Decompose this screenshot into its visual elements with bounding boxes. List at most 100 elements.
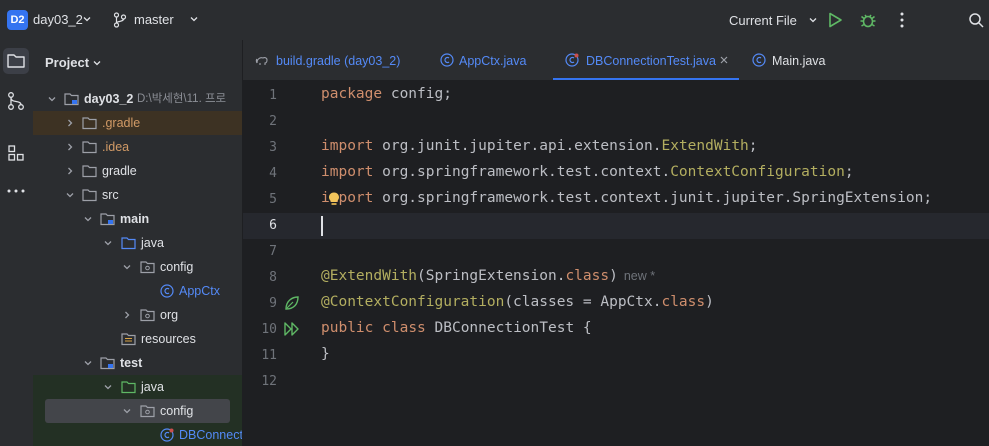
tree-item-label: DBConnectionTest	[179, 428, 243, 442]
chevron-down-icon[interactable]	[808, 15, 818, 25]
search-icon[interactable]	[968, 12, 984, 28]
chevron-right-icon[interactable]	[65, 118, 75, 128]
spring-bean-icon[interactable]	[283, 294, 301, 312]
selection-highlight	[45, 399, 230, 423]
tab-main[interactable]: Main.java	[752, 40, 842, 80]
chevron-down-icon[interactable]	[65, 190, 75, 200]
tab-build-gradle[interactable]: build.gradle (day03_2)	[255, 40, 425, 80]
tree-item-test-config[interactable]: config	[33, 399, 242, 423]
folder-icon	[82, 141, 97, 154]
chevron-right-icon[interactable]	[122, 310, 132, 320]
chevron-right-icon[interactable]	[65, 166, 75, 176]
chevron-down-icon[interactable]	[83, 214, 93, 224]
chevron-down-icon[interactable]	[189, 14, 199, 24]
line-number: 5	[269, 192, 277, 207]
close-icon[interactable]	[719, 55, 729, 65]
tree-item-test[interactable]: test	[33, 351, 242, 375]
git-branch-dropdown[interactable]: master	[134, 12, 174, 27]
more-vertical-icon[interactable]	[896, 11, 908, 29]
line-number: 10	[261, 322, 277, 337]
tree-item-appctx[interactable]: AppCtx	[33, 279, 242, 303]
git-merge-icon	[8, 92, 24, 110]
tab-label: build.gradle (day03_2)	[276, 54, 401, 68]
tree-item-label: src	[102, 188, 119, 202]
line-number: 2	[269, 114, 277, 129]
tree-item-label: config	[160, 260, 194, 274]
tree-item-label: day03_2	[84, 92, 134, 106]
structure-tool-button[interactable]	[3, 140, 29, 166]
run-test-icon[interactable]	[283, 320, 301, 338]
tab-appctx[interactable]: AppCtx.java	[440, 40, 550, 80]
tree-item-gradle-cache[interactable]: .gradle	[33, 111, 242, 135]
tree-item-dbconnectiontest[interactable]: DBConnectionTest	[33, 423, 242, 446]
code-line-9: @ContextConfiguration(classes = AppCtx.c…	[321, 294, 714, 310]
line-number: 4	[269, 166, 277, 181]
tree-item-main[interactable]: main	[33, 207, 242, 231]
panel-title: Project	[45, 55, 90, 70]
chevron-down-icon[interactable]	[83, 358, 93, 368]
java-test-class-icon	[160, 428, 174, 442]
code-editor[interactable]: 1 2 3 4 5 6 7 8 9 10 11 12 package confi…	[243, 81, 989, 446]
package-icon	[140, 405, 155, 418]
chevron-down-icon[interactable]	[92, 58, 102, 68]
line-number: 8	[269, 270, 277, 285]
test-source-folder-icon	[121, 381, 136, 394]
tab-dbconnectiontest[interactable]: DBConnectionTest.java	[553, 40, 739, 80]
tree-item-label: java	[141, 236, 164, 250]
project-badge[interactable]: D2	[7, 10, 28, 30]
tree-item-main-config[interactable]: config	[33, 255, 242, 279]
tree-item-src[interactable]: src	[33, 183, 242, 207]
lightbulb-icon[interactable]	[327, 191, 341, 209]
commit-tool-button[interactable]	[3, 88, 29, 114]
chevron-right-icon[interactable]	[65, 142, 75, 152]
module-folder-icon	[100, 213, 115, 226]
chevron-down-icon[interactable]	[122, 406, 132, 416]
project-name-dropdown[interactable]: day03_2	[33, 12, 83, 27]
project-tool-button[interactable]	[3, 48, 29, 74]
folder-icon	[82, 117, 97, 130]
folder-icon	[82, 189, 97, 202]
tree-item-label: gradle	[102, 164, 137, 178]
run-configuration-dropdown[interactable]: Current File	[729, 13, 797, 28]
tree-item-gradle[interactable]: gradle	[33, 159, 242, 183]
line-number: 11	[261, 348, 277, 363]
folder-icon	[7, 54, 25, 68]
code-line-4: import org.springframework.test.context.…	[321, 164, 854, 180]
debug-icon[interactable]	[858, 10, 878, 30]
tree-item-test-java[interactable]: java	[33, 375, 242, 399]
code-line-8: @ExtendWith(SpringExtension.class) new *	[321, 268, 656, 284]
tree-item-label: .gradle	[102, 116, 141, 130]
code-line-10: public class DBConnectionTest {	[321, 320, 592, 336]
chevron-down-icon[interactable]	[82, 14, 92, 24]
tab-label: Main.java	[772, 54, 826, 68]
editor-tab-bar: build.gradle (day03_2) AppCtx.java DBCon…	[243, 40, 989, 81]
chevron-down-icon[interactable]	[122, 262, 132, 272]
git-branch-icon	[113, 12, 127, 28]
line-number: 12	[261, 374, 277, 389]
chevron-down-icon[interactable]	[103, 238, 113, 248]
tree-item-label: config	[160, 404, 194, 418]
line-number: 9	[269, 296, 277, 311]
tree-item-org[interactable]: org	[33, 303, 242, 327]
folder-icon	[82, 165, 97, 178]
tree-item-label: main	[120, 212, 150, 226]
tool-window-stripe	[0, 40, 34, 446]
tab-label: AppCtx.java	[459, 54, 527, 68]
code-line-5: import org.springframework.test.context.…	[321, 190, 933, 206]
title-bar: D2 day03_2 master Current File	[0, 0, 989, 40]
chevron-down-icon[interactable]	[103, 382, 113, 392]
tree-item-label: AppCtx	[179, 284, 220, 298]
tree-item-resources[interactable]: resources	[33, 327, 242, 351]
module-folder-icon	[64, 93, 79, 106]
structure-icon	[8, 145, 24, 161]
tree-item-label: test	[120, 356, 143, 370]
tree-item-label: .idea	[102, 140, 130, 154]
chevron-down-icon[interactable]	[47, 94, 57, 104]
tree-item-day03_2[interactable]: day03_2 D:\박세현\11. 프로	[33, 87, 242, 111]
tree-item-idea[interactable]: .idea	[33, 135, 242, 159]
tree-item-main-java[interactable]: java	[33, 231, 242, 255]
code-line-11: }	[321, 346, 330, 362]
resources-folder-icon	[121, 333, 136, 346]
run-icon[interactable]	[826, 11, 844, 29]
more-tools-button[interactable]	[3, 178, 29, 204]
